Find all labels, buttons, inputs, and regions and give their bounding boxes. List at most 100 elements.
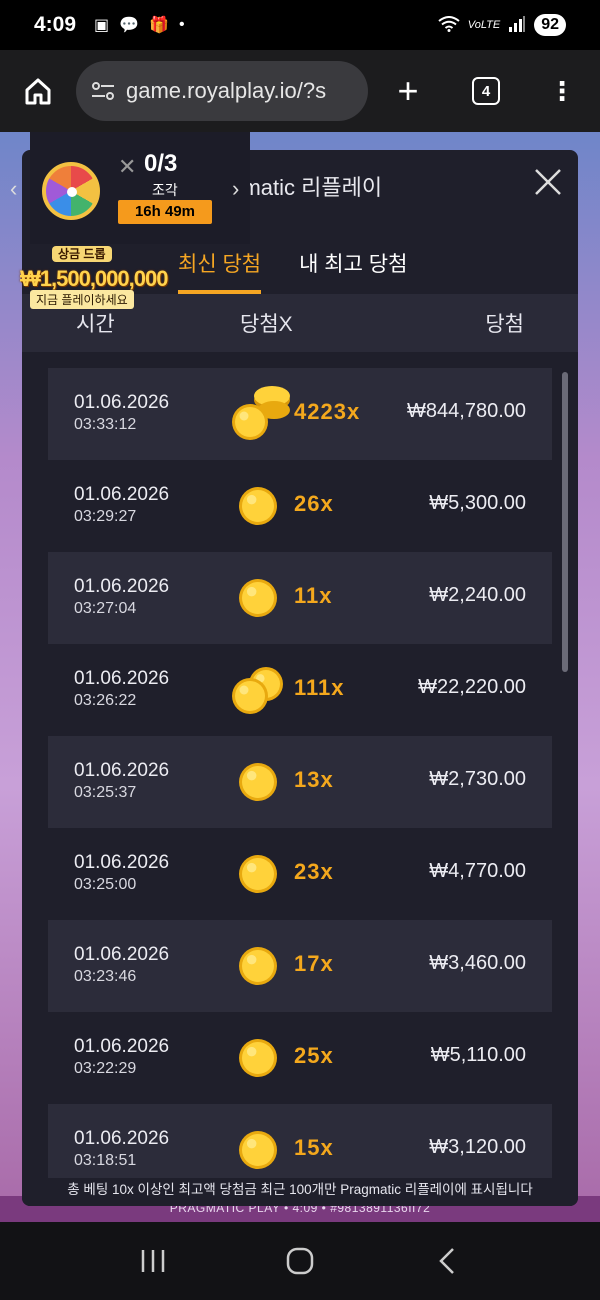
piece-count: 0/3: [144, 150, 178, 177]
win-multiplier: 25x: [294, 1043, 334, 1068]
win-date: 01.06.2026: [74, 852, 170, 873]
coin-icon: [230, 1118, 296, 1182]
win-multiplier: 23x: [294, 859, 334, 884]
talk-icon: 💬: [119, 17, 140, 34]
win-row[interactable]: 01.06.2026 03:29:27 26x ₩5,300.00: [48, 460, 552, 552]
address-bar[interactable]: game.royalplay.io/?s: [76, 61, 368, 121]
win-multiplier: 111x: [294, 675, 345, 700]
close-button[interactable]: [530, 164, 566, 200]
wifi-icon: [438, 15, 460, 35]
home-circle-icon: [286, 1247, 314, 1275]
times-icon: ✕: [118, 154, 137, 179]
win-multiplier: 15x: [294, 1135, 334, 1160]
wins-list: 01.06.2026 03:33:12 4223x ₩844,780.00 01…: [48, 368, 552, 1196]
footer-note: 총 베팅 10x 이상인 최고액 당첨금 최근 100개만 Pragmatic …: [22, 1178, 578, 1206]
next-arrow-icon[interactable]: ›: [232, 176, 239, 202]
status-right: VoLTE 92: [438, 14, 566, 36]
coin-icon: [230, 474, 296, 538]
win-date: 01.06.2026: [74, 576, 170, 597]
win-date: 01.06.2026: [74, 392, 170, 413]
column-time: 시간: [76, 313, 115, 336]
win-time: 03:18:51: [74, 1152, 137, 1169]
recent-apps-button[interactable]: [123, 1231, 183, 1291]
more-menu-icon[interactable]: ⋮: [524, 76, 600, 107]
win-time: 03:25:37: [74, 784, 137, 801]
tab-my-best-wins[interactable]: 내 최고 당첨: [299, 248, 407, 294]
win-amount: ₩22,220.00: [418, 676, 526, 698]
win-multiplier: 4223x: [294, 399, 361, 424]
win-row[interactable]: 01.06.2026 03:25:00 23x ₩4,770.00: [48, 828, 552, 920]
win-time: 03:33:12: [74, 416, 137, 433]
win-row[interactable]: 01.06.2026 03:27:04 11x ₩2,240.00: [48, 552, 552, 644]
jackpot-title: 상금 드롭: [52, 246, 112, 262]
win-row[interactable]: 01.06.2026 03:33:12 4223x ₩844,780.00: [48, 368, 552, 460]
prize-wheel-icon: [42, 162, 100, 220]
win-row[interactable]: 01.06.2026 03:26:22 111x ₩22,220.00: [48, 644, 552, 736]
dot-icon: •: [179, 16, 185, 33]
prev-arrow-icon[interactable]: ‹: [10, 176, 17, 202]
win-amount: ₩2,240.00: [429, 584, 526, 606]
win-time: 03:27:04: [74, 600, 137, 617]
home-nav-button[interactable]: [270, 1231, 330, 1291]
status-time: 4:09: [34, 13, 77, 36]
gift-icon: 🎁: [149, 17, 169, 34]
screenshot-icon: ▣: [94, 17, 110, 34]
win-amount: ₩3,460.00: [429, 952, 526, 974]
jackpot-amount: ₩1,500,000,000: [20, 266, 168, 291]
home-icon: [25, 78, 51, 105]
win-multiplier: 13x: [294, 767, 334, 792]
win-row[interactable]: 01.06.2026 03:22:29 25x ₩5,110.00: [48, 1012, 552, 1104]
piece-label: 조각: [152, 182, 178, 198]
column-win: 당첨: [485, 313, 524, 336]
win-date: 01.06.2026: [74, 1036, 170, 1057]
win-time: 03:23:46: [74, 968, 137, 985]
back-button[interactable]: [417, 1231, 477, 1291]
recent-apps-icon: [142, 1250, 165, 1272]
close-icon: [535, 169, 561, 195]
win-amount: ₩844,780.00: [407, 400, 526, 422]
play-now-label[interactable]: 지금 플레이하세요: [30, 290, 134, 309]
win-multiplier: 11x: [294, 583, 333, 608]
promo-widget[interactable]: ‹ › ✕ 0/3 조각 16h 49m 상금 드롭 ₩1,500,000,00…: [0, 132, 250, 310]
coin-icon: [230, 750, 296, 814]
site-settings-icon[interactable]: [90, 80, 116, 102]
tab-switcher-button[interactable]: 4: [448, 77, 524, 105]
coin-icon: [230, 658, 296, 722]
win-row[interactable]: 01.06.2026 03:23:46 17x ₩3,460.00: [48, 920, 552, 1012]
win-date: 01.06.2026: [74, 760, 170, 781]
win-multiplier: 17x: [294, 951, 334, 976]
win-amount: ₩3,120.00: [429, 1136, 526, 1158]
coin-icon: [230, 842, 296, 906]
win-amount: ₩5,110.00: [430, 1044, 526, 1066]
battery-indicator: 92: [534, 14, 566, 36]
scrollbar[interactable]: [562, 372, 568, 672]
win-date: 01.06.2026: [74, 484, 170, 505]
coin-icon: [230, 382, 296, 446]
win-amount: ₩2,730.00: [429, 768, 526, 790]
browser-toolbar: game.royalplay.io/?s + 4 ⋮: [0, 50, 600, 132]
win-time: 03:22:29: [74, 1060, 137, 1077]
url-text[interactable]: game.royalplay.io/?s: [126, 78, 326, 104]
win-row[interactable]: 01.06.2026 03:25:37 13x ₩2,730.00: [48, 736, 552, 828]
coin-icon: [230, 1026, 296, 1090]
promo-timer: 16h 49m: [118, 200, 212, 224]
system-nav-bar: [0, 1222, 600, 1300]
win-amount: ₩5,300.00: [429, 492, 526, 514]
tab-count: 4: [472, 77, 500, 105]
win-amount: ₩4,770.00: [429, 860, 526, 882]
win-date: 01.06.2026: [74, 668, 170, 689]
signal-icon: [508, 15, 526, 35]
win-time: 03:25:00: [74, 876, 137, 893]
coin-icon: [230, 566, 296, 630]
win-time: 03:29:27: [74, 508, 137, 525]
back-icon: [438, 1248, 454, 1274]
win-date: 01.06.2026: [74, 944, 170, 965]
win-date: 01.06.2026: [74, 1128, 170, 1149]
home-button[interactable]: [0, 76, 76, 106]
column-multiplier: 당첨X: [240, 313, 293, 336]
new-tab-button[interactable]: +: [368, 70, 448, 112]
coin-icon: [230, 934, 296, 998]
win-time: 03:26:22: [74, 692, 137, 709]
status-bar: 4:09 ▣ 💬 🎁 • VoLTE 92: [0, 0, 600, 50]
network-label: VoLTE: [467, 19, 501, 31]
